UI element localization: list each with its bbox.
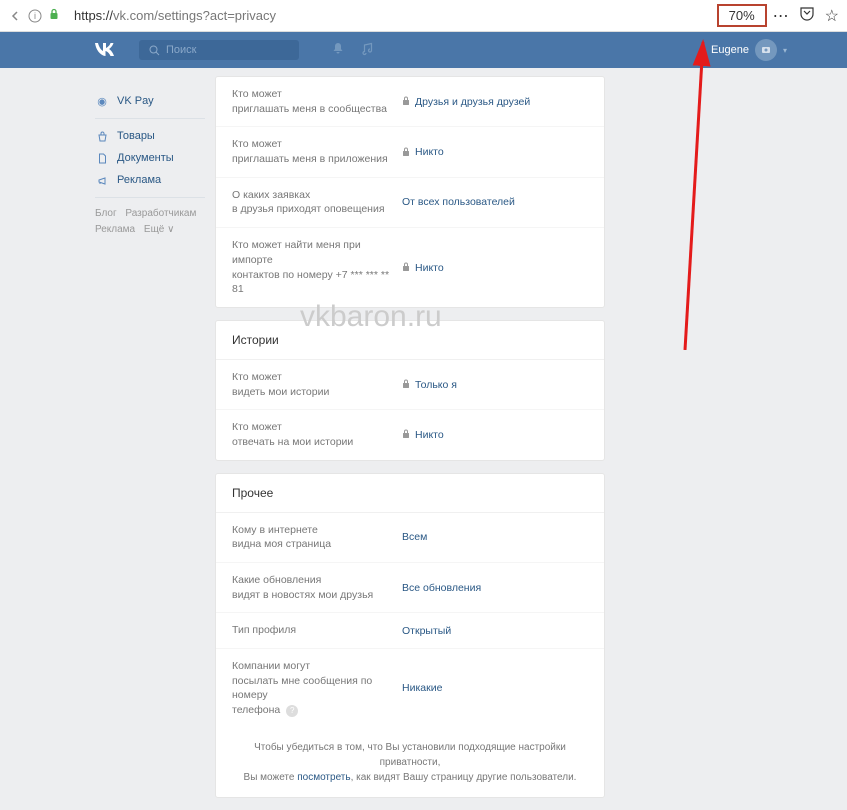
user-menu[interactable]: Eugene ▾ bbox=[711, 39, 787, 61]
sidebar-item-label: Документы bbox=[117, 152, 174, 164]
setting-value[interactable]: Друзья и друзья друзей bbox=[402, 87, 530, 116]
setting-row: Кому в интернетевидна моя страницаВсем bbox=[216, 513, 604, 563]
footer-text: Чтобы убедиться в том, что Вы установили… bbox=[216, 728, 604, 797]
other-section: Прочее Кому в интернетевидна моя страниц… bbox=[215, 473, 605, 798]
sidebar-footer: Блог Разработчикам Реклама Ещё ∨ bbox=[95, 206, 205, 238]
lock-icon bbox=[402, 262, 410, 273]
setting-value[interactable]: От всех пользователей bbox=[402, 188, 515, 217]
lock-icon bbox=[48, 8, 60, 23]
value-text: Никто bbox=[415, 429, 444, 441]
setting-label: Кто можетотвечать на мои истории bbox=[232, 420, 402, 449]
setting-value[interactable]: Никто bbox=[402, 238, 444, 297]
section-title: Прочее bbox=[216, 474, 604, 513]
setting-value[interactable]: Открытый bbox=[402, 623, 451, 638]
privacy-section: Кто можетприглашать меня в сообщества Дру… bbox=[215, 76, 605, 308]
value-text: От всех пользователей bbox=[402, 196, 515, 208]
url-bar[interactable]: https://vk.com/settings?act=privacy bbox=[66, 4, 711, 27]
footer-link[interactable]: Ещё ∨ bbox=[144, 224, 175, 235]
search-input[interactable]: Поиск bbox=[139, 40, 299, 60]
chevron-down-icon: ▾ bbox=[783, 46, 787, 55]
sidebar: ◉ VK Pay Товары Документы Реклама Блог Р… bbox=[95, 76, 215, 810]
lock-icon bbox=[402, 429, 410, 440]
stories-section: Истории Кто можетвидеть мои истории Тольк… bbox=[215, 320, 605, 461]
username: Eugene bbox=[711, 44, 749, 56]
setting-label: Кто можетприглашать меня в приложения bbox=[232, 137, 402, 166]
setting-label: Какие обновлениявидят в новостях мои дру… bbox=[232, 573, 402, 602]
lock-icon bbox=[402, 147, 410, 158]
setting-row: Кто можетприглашать меня в сообщества Дру… bbox=[216, 77, 604, 127]
setting-label: Кто можетвидеть мои истории bbox=[232, 370, 402, 399]
value-text: Никто bbox=[415, 262, 444, 274]
lock-icon bbox=[402, 96, 410, 107]
divider bbox=[95, 118, 205, 119]
browser-bar: i https://vk.com/settings?act=privacy 70… bbox=[0, 0, 847, 32]
info-icon[interactable]: i bbox=[28, 9, 42, 23]
setting-row: Кто можетотвечать на мои истории Никто bbox=[216, 410, 604, 459]
setting-value[interactable]: Никто bbox=[402, 137, 444, 166]
setting-label: Компании могутпосылать мне сообщения по … bbox=[232, 659, 402, 718]
sidebar-item-docs[interactable]: Документы bbox=[95, 147, 205, 169]
setting-value[interactable]: Никакие bbox=[402, 659, 442, 718]
search-placeholder: Поиск bbox=[166, 44, 196, 56]
setting-row: Кто может найти меня при импортеконтакто… bbox=[216, 228, 604, 307]
setting-row: Какие обновлениявидят в новостях мои дру… bbox=[216, 563, 604, 613]
megaphone-icon bbox=[95, 173, 109, 187]
value-text: Всем bbox=[402, 531, 427, 543]
setting-row: Кто можетприглашать меня в приложения Ник… bbox=[216, 127, 604, 177]
setting-value[interactable]: Всем bbox=[402, 523, 427, 552]
setting-label: Кто может найти меня при импортеконтакто… bbox=[232, 238, 402, 297]
vkpay-icon: ◉ bbox=[95, 94, 109, 108]
header-icons bbox=[331, 42, 375, 59]
vk-logo[interactable] bbox=[95, 40, 119, 61]
preview-link[interactable]: посмотреть bbox=[297, 772, 350, 783]
pocket-icon[interactable] bbox=[799, 5, 815, 26]
menu-icon[interactable]: ⋯ bbox=[773, 6, 789, 26]
setting-row: Кто можетвидеть мои истории Только я bbox=[216, 360, 604, 410]
sidebar-item-ads[interactable]: Реклама bbox=[95, 169, 205, 191]
value-text: Открытый bbox=[402, 625, 451, 637]
footer-link[interactable]: Разработчикам bbox=[125, 208, 196, 219]
sidebar-item-vkpay[interactable]: ◉ VK Pay bbox=[95, 90, 205, 112]
bag-icon bbox=[95, 129, 109, 143]
setting-value[interactable]: Только я bbox=[402, 370, 457, 399]
setting-row: О каких заявкахв друзья приходят оповеще… bbox=[216, 178, 604, 228]
bookmark-icon[interactable]: ☆ bbox=[825, 6, 839, 26]
setting-row: Компании могутпосылать мне сообщения по … bbox=[216, 649, 604, 728]
url-text: https://vk.com/settings?act=privacy bbox=[74, 8, 276, 23]
value-text: Никакие bbox=[402, 682, 442, 694]
vk-header: Поиск Eugene ▾ bbox=[0, 32, 847, 68]
avatar bbox=[755, 39, 777, 61]
browser-actions: ⋯ ☆ bbox=[773, 5, 839, 26]
sidebar-item-goods[interactable]: Товары bbox=[95, 125, 205, 147]
value-text: Никто bbox=[415, 146, 444, 158]
setting-label: Кому в интернетевидна моя страница bbox=[232, 523, 402, 552]
setting-value[interactable]: Никто bbox=[402, 420, 444, 449]
music-icon[interactable] bbox=[361, 42, 375, 59]
svg-text:i: i bbox=[34, 11, 36, 21]
doc-icon bbox=[95, 151, 109, 165]
setting-row: Тип профиляОткрытый bbox=[216, 613, 604, 649]
zoom-indicator[interactable]: 70% bbox=[717, 4, 767, 27]
value-text: Все обновления bbox=[402, 582, 481, 594]
setting-label: Кто можетприглашать меня в сообщества bbox=[232, 87, 402, 116]
footer-link[interactable]: Блог bbox=[95, 208, 117, 219]
sidebar-item-label: Товары bbox=[117, 130, 155, 142]
back-icon[interactable] bbox=[8, 9, 22, 23]
setting-label: О каких заявкахв друзья приходят оповеще… bbox=[232, 188, 402, 217]
content: ◉ VK Pay Товары Документы Реклама Блог Р… bbox=[0, 68, 847, 810]
value-text: Только я bbox=[415, 379, 457, 391]
lock-icon bbox=[402, 379, 410, 390]
sidebar-item-label: VK Pay bbox=[117, 95, 154, 107]
section-title: Истории bbox=[216, 321, 604, 360]
help-icon[interactable]: ? bbox=[286, 705, 298, 717]
divider bbox=[95, 197, 205, 198]
main: Кто можетприглашать меня в сообщества Дру… bbox=[215, 76, 605, 810]
footer-link[interactable]: Реклама bbox=[95, 224, 135, 235]
bell-icon[interactable] bbox=[331, 42, 345, 59]
setting-value[interactable]: Все обновления bbox=[402, 573, 481, 602]
sidebar-item-label: Реклама bbox=[117, 174, 161, 186]
setting-label: Тип профиля bbox=[232, 623, 402, 638]
value-text: Друзья и друзья друзей bbox=[415, 96, 530, 108]
